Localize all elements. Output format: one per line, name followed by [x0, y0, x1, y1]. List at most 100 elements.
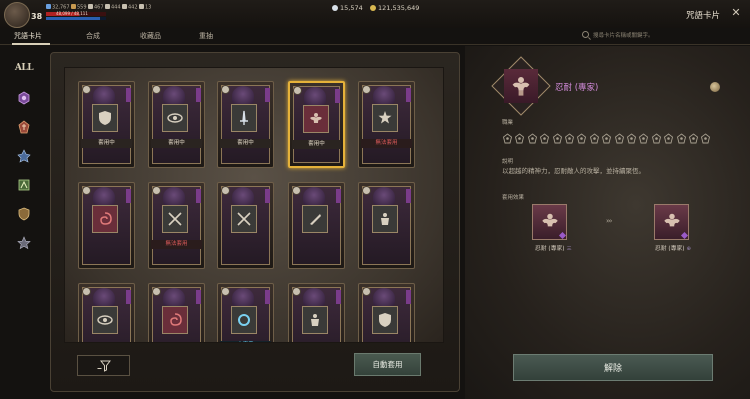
stat-speed: 444 [105, 4, 121, 11]
class-8-icon[interactable] [589, 129, 600, 144]
tab-collection[interactable]: 收藏品 [140, 31, 161, 41]
filter-attack[interactable] [14, 117, 34, 137]
spell-card[interactable]: 套用中 [217, 81, 274, 168]
class-15-icon[interactable] [676, 129, 687, 144]
card-ribbon [126, 189, 131, 203]
spell-card[interactable]: 套用中 [148, 81, 205, 168]
sort-filter-button[interactable] [77, 355, 130, 376]
class-9-icon[interactable] [601, 129, 612, 144]
card-status-unavailable: 無法套用 [361, 139, 412, 148]
warrior-icon [381, 213, 389, 225]
card-ribbon [406, 88, 411, 102]
card-grade-icon [152, 186, 161, 195]
spell-card[interactable]: 套用中 [288, 81, 345, 168]
class-icon-row [502, 129, 712, 144]
attack-icon [46, 4, 51, 9]
class-17-icon[interactable] [700, 129, 711, 144]
class-16-icon[interactable] [688, 129, 699, 144]
muscle-icon [541, 213, 558, 227]
stat-value: 32,767 [52, 4, 70, 11]
spell-card[interactable] [288, 283, 345, 342]
class-7-icon[interactable] [576, 129, 587, 144]
filter-magic[interactable] [14, 146, 34, 166]
robed-figure-icon [93, 86, 115, 106]
muscle-icon [663, 213, 680, 227]
robed-figure-icon [163, 86, 185, 106]
hp-bar: 48,099 / 48,111 [46, 11, 106, 16]
spell-card[interactable] [358, 283, 415, 342]
spell-card[interactable]: 未穿戴 [217, 283, 274, 342]
card-status-equipped: 套用中 [151, 139, 202, 148]
spell-card[interactable]: 套用中 [78, 81, 135, 168]
auto-equip-button[interactable]: 自動套用 [354, 353, 421, 376]
filter-nature[interactable] [14, 175, 34, 195]
robed-figure-icon [93, 288, 115, 308]
blade-icon [310, 214, 321, 225]
class-11-icon[interactable] [626, 129, 637, 144]
class-10-icon[interactable] [614, 129, 625, 144]
class-6-icon[interactable] [564, 129, 575, 144]
muscle-icon [310, 113, 322, 123]
card-ribbon [336, 189, 341, 203]
top-status-bar: 38 32,767 559 467 444 442 13 48,099 / 48,111 … [0, 0, 750, 28]
class-12-icon[interactable] [638, 129, 649, 144]
close-button[interactable]: ✕ [730, 7, 742, 19]
spell-card[interactable] [148, 283, 205, 342]
card-ribbon [265, 189, 270, 203]
currency-diamond: 15,574 [332, 4, 363, 12]
tab-synthesis[interactable]: 合成 [86, 31, 100, 41]
spell-card[interactable]: 無法套用 [358, 81, 415, 168]
filter-special[interactable] [14, 233, 34, 253]
card-status-equipped: 套用中 [292, 140, 341, 149]
star-icon [378, 111, 392, 124]
class-14-icon[interactable] [663, 129, 674, 144]
card-ribbon [126, 290, 131, 304]
search-input[interactable] [593, 30, 723, 41]
card-grade-icon [152, 85, 161, 94]
effect-from-card[interactable] [532, 204, 567, 240]
card-emblem [231, 104, 257, 132]
card-ribbon [126, 88, 131, 102]
green-crest-icon [18, 179, 30, 191]
card-grade-icon [82, 287, 91, 296]
class-13-icon[interactable] [651, 129, 662, 144]
class-2-icon[interactable] [514, 129, 525, 144]
filter-spirit[interactable] [14, 88, 34, 108]
crossed-swords-icon [237, 212, 251, 226]
class-5-icon[interactable] [552, 129, 563, 144]
filter-all[interactable]: ALL [14, 58, 34, 78]
spell-card[interactable] [288, 182, 345, 269]
warrior-icon [311, 314, 319, 326]
shield-icon [18, 207, 30, 221]
card-grade-icon [221, 85, 230, 94]
spell-card[interactable] [78, 182, 135, 269]
class-1-icon[interactable] [502, 129, 513, 144]
release-button[interactable]: 解除 [513, 354, 713, 381]
spell-card[interactable]: 無法套用 [148, 182, 205, 269]
effect-to-card[interactable] [654, 204, 689, 240]
spell-card[interactable] [358, 182, 415, 269]
class-3-icon[interactable] [527, 129, 538, 144]
stat-value: 442 [128, 4, 138, 11]
class-4-icon[interactable] [539, 129, 550, 144]
spell-card[interactable] [217, 182, 274, 269]
card-detail-panel: 忍耐 (專家) 職業 說明 以超越的精神力，忍耐敵人的攻擊，並持續聚恆。 套用效… [465, 46, 750, 399]
hp-text: 48,099 / 48,111 [56, 11, 88, 16]
robed-figure-icon [303, 187, 325, 207]
tab-spell-cards[interactable]: 咒語卡片 [14, 31, 42, 41]
muscle-icon [504, 69, 538, 103]
card-emblem [302, 306, 328, 334]
diamond-icon [332, 5, 338, 11]
pin-icon[interactable] [710, 82, 720, 92]
defense-icon [71, 4, 76, 9]
filter-defense[interactable] [14, 204, 34, 224]
card-ribbon [336, 290, 341, 304]
stat-value: 467 [94, 4, 104, 11]
ring-icon [238, 314, 250, 326]
tab-reroll[interactable]: 重抽 [199, 31, 213, 41]
spell-card[interactable] [78, 283, 135, 342]
avatar[interactable] [4, 2, 30, 28]
magnify-icon[interactable]: ⊕ [687, 246, 691, 252]
purple-crest-icon [18, 91, 30, 105]
card-emblem [92, 306, 118, 334]
